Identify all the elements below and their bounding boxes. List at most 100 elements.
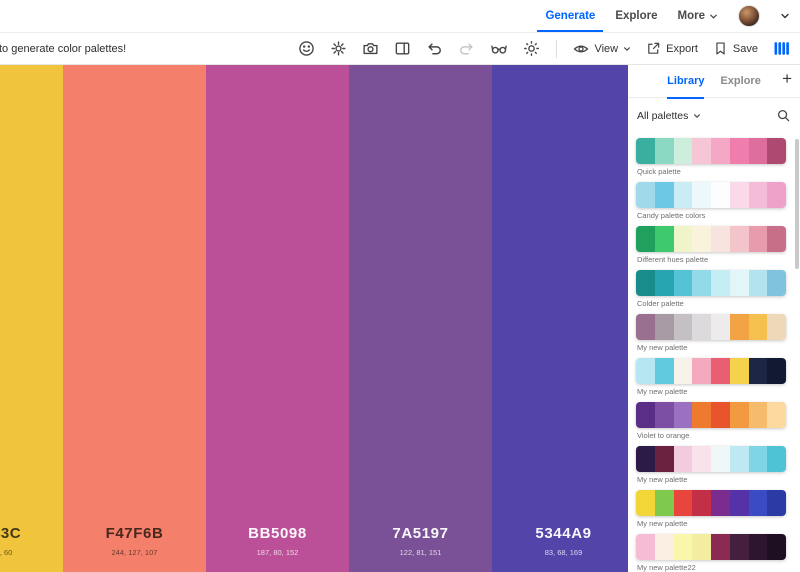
chevron-down-icon [623,45,631,53]
nav-generate[interactable]: Generate [545,0,595,32]
palette-swatch [749,402,768,428]
export-button[interactable]: Export [644,39,700,58]
palette-swatch [655,402,674,428]
palette-swatch [749,314,768,340]
palette-card[interactable]: My new palette [636,314,786,354]
palette-card[interactable]: My new palette [636,490,786,530]
add-palette-button[interactable]: + [782,69,792,89]
palette-swatch [692,182,711,208]
palette-filter-dropdown[interactable]: All palettes [637,110,701,122]
color-column[interactable]: BB5098187, 80, 152 [206,65,349,572]
sidebar-filter: All palettes [628,98,800,133]
palette-name: Candy palette colors [636,208,786,222]
account-chevron-icon[interactable] [780,11,790,21]
color-hex-label[interactable]: 7A5197 [349,525,492,542]
palette-card[interactable]: My new palette [636,358,786,398]
palette-swatch-strip [636,446,786,472]
palette-swatch [655,534,674,560]
palette-swatch [636,358,655,384]
palette-swatch [767,182,786,208]
glasses-icon[interactable] [488,38,510,59]
palette-swatch [749,490,768,516]
palette-swatch [711,358,730,384]
sidebar-tabs: Library Explore + [628,65,800,98]
save-button[interactable]: Save [711,39,760,58]
palette-swatch [636,182,655,208]
nav-explore[interactable]: Explore [615,0,657,32]
canvas-icon[interactable] [392,38,413,59]
nav-more[interactable]: More [678,0,718,32]
avatar[interactable] [738,5,760,27]
undo-icon[interactable] [424,38,445,59]
bookmark-icon [713,41,728,56]
palette-swatch [711,490,730,516]
palette-swatch [655,226,674,252]
palette-swatch [767,138,786,164]
toolbar-hint: to generate color palettes! [0,43,296,55]
search-icon[interactable] [776,108,791,123]
color-column[interactable]: F0C43C 240, 196, 60 [0,65,63,572]
palette-swatch-strip [636,182,786,208]
scrollbar[interactable] [795,139,799,269]
sun-icon[interactable] [521,38,542,59]
palette-filter-value: All palettes [637,110,688,122]
color-rgb-label: 240, 196, 60 [0,548,63,557]
view-button[interactable]: View [571,39,633,59]
palette-swatch [636,138,655,164]
palette-columns: F0C43C 240, 196, 60F47F6B244, 127, 107BB5… [0,65,628,572]
color-column[interactable]: 5344A9 83, 68, 169 [492,65,628,572]
palette-swatch [730,314,749,340]
camera-icon[interactable] [360,38,381,59]
palette-swatch [767,270,786,296]
gear-icon[interactable] [328,38,349,59]
palette-swatch [692,314,711,340]
face-icon[interactable] [296,38,317,59]
palette-swatch [730,138,749,164]
palette-swatch [711,182,730,208]
palette-swatch-strip [636,402,786,428]
export-label: Export [666,43,698,55]
palette-swatch [692,534,711,560]
content: F0C43C 240, 196, 60F47F6B244, 127, 107BB5… [0,65,800,572]
color-column[interactable]: F47F6B244, 127, 107 [63,65,206,572]
palette-swatch-strip [636,490,786,516]
palette-swatch [636,446,655,472]
palette-card[interactable]: Different hues palette [636,226,786,266]
palette-swatch [692,226,711,252]
palette-swatch [730,534,749,560]
palette-swatch [674,182,693,208]
palette-card[interactable]: Candy palette colors [636,182,786,222]
palette-swatch [692,138,711,164]
palette-swatch [749,138,768,164]
palette-name: Quick palette [636,164,786,178]
palette-card[interactable]: Violet to orange [636,402,786,442]
color-rgb-label: 83, 68, 169 [492,548,628,557]
columns-view-icon[interactable] [771,38,792,59]
palette-swatch [749,270,768,296]
palette-swatch-strip [636,534,786,560]
color-hex-label[interactable]: BB5098 [206,525,349,542]
palette-swatch [711,402,730,428]
palette-swatch [749,358,768,384]
tab-explore[interactable]: Explore [720,65,760,98]
palette-name: Violet to orange [636,428,786,442]
color-column[interactable]: 7A5197122, 81, 151 [349,65,492,572]
color-hex-label[interactable]: 5344A9 [492,525,628,542]
palette-swatch [674,534,693,560]
palette-name: My new palette [636,340,786,354]
palette-swatch-strip [636,358,786,384]
palette-card[interactable]: My new palette22 [636,534,786,572]
palette-name: Colder palette [636,296,786,310]
redo-icon[interactable] [456,38,477,59]
palette-card[interactable]: My new palette [636,446,786,486]
color-hex-label[interactable]: F47F6B [63,525,206,542]
tab-library[interactable]: Library [667,65,704,98]
palette-swatch [730,226,749,252]
palette-swatch [636,270,655,296]
color-hex-label[interactable]: F0C43C [0,525,63,542]
palette-card[interactable]: Colder palette [636,270,786,310]
palette-swatch [711,138,730,164]
palette-swatch-strip [636,270,786,296]
toolbar-tools: View Export Save [296,38,792,59]
palette-card[interactable]: Quick palette [636,138,786,178]
